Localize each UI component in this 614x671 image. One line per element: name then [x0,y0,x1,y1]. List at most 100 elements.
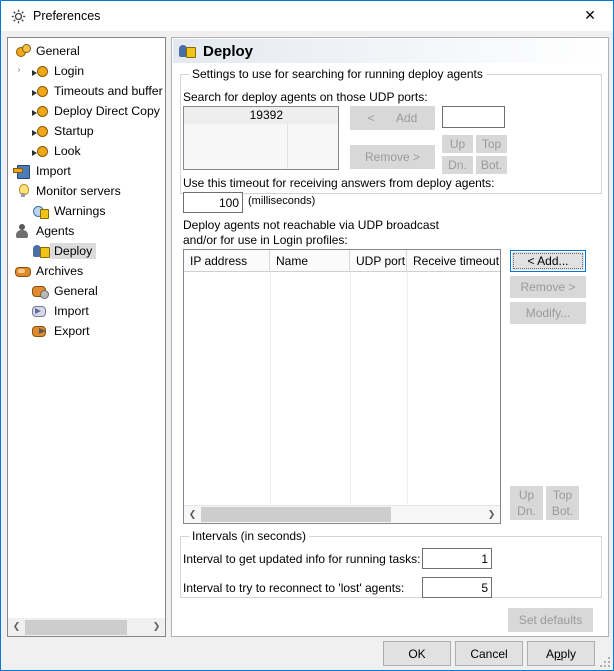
archive-icon [14,263,32,279]
sidebar-item-label: Timeouts and buffer [54,84,163,98]
scroll-left-icon[interactable]: ❮ [184,506,201,523]
sidebar-item-archives-import[interactable]: Import [8,301,165,321]
scrollbar-track[interactable] [25,618,148,636]
column-divider [350,272,351,504]
agents-table-caption-line1: Deploy agents not reachable via UDP broa… [183,218,439,232]
scrollbar-thumb[interactable] [201,507,391,522]
settings-tree[interactable]: General › Login Timeouts and buffer Depl… [7,37,166,618]
scrollbar-thumb[interactable] [25,619,127,635]
sidebar-item-label: Export [54,324,90,338]
sidebar-item-startup[interactable]: Startup [8,121,165,141]
timeout-units-label: (milliseconds) [248,195,316,207]
port-move-down-button[interactable]: Dn. [442,156,473,174]
resize-grip-icon[interactable] [598,655,610,667]
ok-button[interactable]: OK [383,641,451,666]
sidebar-horizontal-scrollbar[interactable]: ❮ ❯ [7,618,166,637]
deploy-icon [32,243,50,259]
sidebar-item-agents[interactable]: Agents [8,221,165,241]
sidebar-item-label: Agents [36,224,75,238]
deploy-agents-table[interactable]: IP address Name UDP port Receive timeout… [183,249,501,524]
interval-running-tasks-input[interactable]: 1 [422,548,492,569]
scroll-right-icon[interactable]: ❯ [483,506,500,523]
agent-move-down-button[interactable]: Dn. [510,502,543,520]
preferences-window: Preferences ✕ General › Login Timeouts a… [0,0,614,671]
sidebar-item-label: Deploy [50,243,97,259]
sidebar-item-general[interactable]: General [8,41,165,61]
tree-root: General › Login Timeouts and buffer Depl… [8,41,165,341]
sidebar-item-deploy[interactable]: Deploy [8,241,165,261]
sidebar-item-login[interactable]: › Login [8,61,165,81]
add-agent-button[interactable]: < Add... [510,250,586,272]
sidebar-item-timeouts-and-buffer[interactable]: Timeouts and buffer [8,81,165,101]
column-divider [270,272,271,504]
sidebar-item-label: Monitor servers [36,184,121,198]
lightbulb-icon [14,183,32,199]
add-label: Add [395,111,418,125]
apply-label-post: ply [560,646,577,661]
sidebar-item-look[interactable]: Look [8,141,165,161]
timeout-input[interactable]: 100 [183,192,243,213]
interval-reconnect-label: Interval to try to reconnect to 'lost' a… [183,581,405,595]
table-column-udp-port[interactable]: UDP port [350,250,407,272]
scrollbar-track[interactable] [201,506,483,523]
apply-label-pre: A [545,646,554,661]
sidebar-item-deploy-direct-copy[interactable]: Deploy Direct Copy [8,101,165,121]
page-title: Deploy [203,42,254,60]
column-divider [407,272,408,504]
sidebar-item-label: Warnings [54,204,106,218]
remove-port-button[interactable]: Remove > [350,145,435,169]
group-title: Settings to use for searching for runnin… [189,67,486,81]
close-icon[interactable]: ✕ [567,1,613,31]
sidebar-item-label: Startup [54,124,94,138]
gears-icon [14,43,32,59]
scroll-right-icon[interactable]: ❯ [148,619,165,636]
sidebar-item-label: Archives [36,264,84,278]
deploy-icon [178,43,196,59]
archive-export-icon [32,323,50,339]
list-item[interactable]: 19392 [184,107,338,124]
udp-port-input[interactable] [442,106,505,128]
gear-small-icon [32,143,50,159]
scroll-left-icon[interactable]: ❮ [8,619,25,636]
cancel-button[interactable]: Cancel [455,641,523,666]
apply-label-mnemonic: p [553,646,561,661]
port-move-up-button[interactable]: Up [442,135,473,153]
table-column-name[interactable]: Name [270,250,350,272]
agents-table-caption-line2: and/or for use in Login profiles: [183,233,348,247]
table-horizontal-scrollbar[interactable]: ❮ ❯ [184,505,500,523]
sidebar-item-import[interactable]: Import [8,161,165,181]
add-port-button[interactable]: < Add [350,106,435,130]
sidebar-item-label: Deploy Direct Copy [54,104,160,118]
agent-move-bottom-button[interactable]: Bot. [546,502,579,520]
table-column-ip-address[interactable]: IP address [184,250,270,272]
sidebar-item-label: General [36,44,80,58]
port-move-top-button[interactable]: Top [476,135,507,153]
archive-general-icon [32,283,50,299]
remove-agent-button[interactable]: Remove > [510,276,586,298]
interval-reconnect-input[interactable]: 5 [422,577,492,598]
sidebar-item-label: Login [54,64,85,78]
deploy-settings-panel: Deploy Settings to use for searching for… [171,37,609,637]
udp-ports-list[interactable]: 19392 [183,106,339,170]
gear-small-icon [32,83,50,99]
modify-agent-button[interactable]: Modify... [510,302,586,324]
group-title: Intervals (in seconds) [189,529,310,543]
panel-header: Deploy [173,39,607,63]
set-defaults-button[interactable]: Set defaults [508,608,593,632]
sidebar-item-warnings[interactable]: Warnings [8,201,165,221]
import-icon [14,163,32,179]
port-move-bottom-button[interactable]: Bot. [476,156,507,174]
apply-button[interactable]: Ap ply [527,641,595,666]
warning-icon [32,203,50,219]
table-column-receive-timeout[interactable]: Receive timeout (in [407,250,500,272]
archive-import-icon [32,303,50,319]
add-arrow-label: < [367,111,375,125]
sidebar-item-archives[interactable]: Archives [8,261,165,281]
window-title: Preferences [33,9,101,23]
chevron-right-icon[interactable]: › [13,65,25,77]
sidebar-item-label: Look [54,144,81,158]
interval-running-tasks-label: Interval to get updated info for running… [183,552,421,566]
sidebar-item-archives-general[interactable]: General [8,281,165,301]
sidebar-item-archives-export[interactable]: Export [8,321,165,341]
sidebar-item-monitor-servers[interactable]: Monitor servers [8,181,165,201]
